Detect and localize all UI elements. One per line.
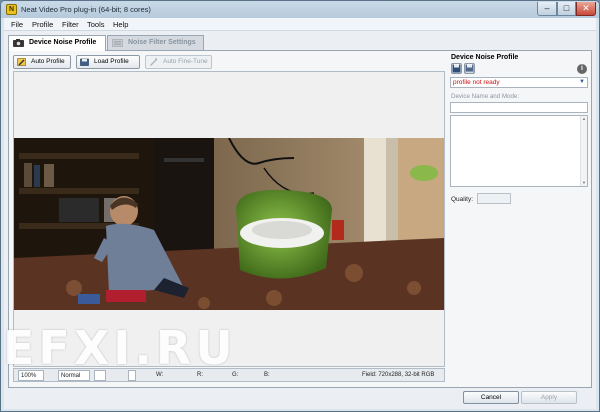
save-profile-button[interactable] bbox=[451, 63, 462, 74]
minimize-button[interactable]: – bbox=[537, 2, 557, 16]
video-frame-image bbox=[14, 138, 444, 310]
load-profile-button[interactable]: Load Profile bbox=[76, 55, 140, 69]
scroll-down-icon[interactable]: ▼ bbox=[581, 180, 587, 186]
cancel-button[interactable]: Cancel bbox=[463, 391, 519, 404]
device-name-field[interactable] bbox=[450, 102, 588, 113]
b-label: B: bbox=[264, 372, 270, 378]
quality-field bbox=[477, 193, 511, 204]
field-info: Field: 720x288, 32-bit RGB bbox=[362, 372, 435, 378]
title-bar[interactable]: N Neat Video Pro plug-in (64-bit; 8 core… bbox=[1, 1, 599, 18]
profile-status-text: profile not ready bbox=[453, 79, 500, 86]
watermark: EFXI.RU bbox=[3, 321, 237, 375]
auto-fine-tune-label: Auto Fine-Tune bbox=[163, 58, 208, 65]
profile-status-dropdown[interactable]: profile not ready ▼ bbox=[450, 77, 588, 88]
app-logo-icon: N bbox=[6, 4, 17, 15]
filter-settings-icon bbox=[112, 39, 123, 47]
menu-help[interactable]: Help bbox=[113, 20, 128, 29]
app-window: N Neat Video Pro plug-in (64-bit; 8 core… bbox=[0, 0, 600, 412]
auto-profile-label: Auto Profile bbox=[31, 58, 65, 65]
menu-bar: File Profile Filter Tools Help bbox=[4, 18, 596, 31]
auto-fine-tune-button[interactable]: Auto Fine-Tune bbox=[145, 55, 212, 69]
menu-filter[interactable]: Filter bbox=[62, 20, 79, 29]
menu-profile[interactable]: Profile bbox=[32, 20, 53, 29]
info-icon[interactable]: i bbox=[577, 64, 587, 74]
tab-label: Noise Filter Settings bbox=[128, 39, 196, 46]
scrollbar[interactable]: ▲ ▼ bbox=[580, 116, 587, 186]
profile-notes-textarea[interactable]: ▲ ▼ bbox=[450, 115, 588, 187]
auto-profile-icon bbox=[17, 58, 26, 66]
quality-label: Quality: bbox=[451, 196, 474, 203]
save-as-icon bbox=[465, 64, 474, 73]
auto-profile-button[interactable]: Auto Profile bbox=[13, 55, 71, 69]
load-profile-label: Load Profile bbox=[94, 58, 129, 65]
menu-file[interactable]: File bbox=[11, 20, 23, 29]
apply-button[interactable]: Apply bbox=[521, 391, 577, 404]
fine-tune-icon bbox=[150, 58, 158, 66]
profile-panel: Device Noise Profile i profile not ready… bbox=[449, 53, 589, 387]
save-as-profile-button[interactable] bbox=[464, 63, 475, 74]
save-icon bbox=[452, 64, 461, 73]
tab-label: Device Noise Profile bbox=[29, 39, 97, 46]
tab-device-noise-profile[interactable]: Device Noise Profile bbox=[8, 35, 106, 51]
menu-tools[interactable]: Tools bbox=[87, 20, 105, 29]
window-title: Neat Video Pro plug-in (64-bit; 8 cores) bbox=[21, 5, 151, 14]
camera-icon bbox=[13, 39, 24, 47]
chevron-down-icon: ▼ bbox=[579, 79, 585, 85]
profile-panel-title: Device Noise Profile bbox=[451, 54, 519, 61]
load-icon bbox=[80, 58, 89, 66]
device-name-label: Device Name and Mode: bbox=[451, 93, 520, 100]
scroll-up-icon[interactable]: ▲ bbox=[581, 116, 587, 122]
video-frame[interactable] bbox=[14, 138, 444, 310]
maximize-button[interactable]: □ bbox=[557, 2, 576, 16]
tab-noise-filter-settings[interactable]: Noise Filter Settings bbox=[107, 35, 204, 50]
close-button[interactable]: ✕ bbox=[576, 2, 596, 16]
